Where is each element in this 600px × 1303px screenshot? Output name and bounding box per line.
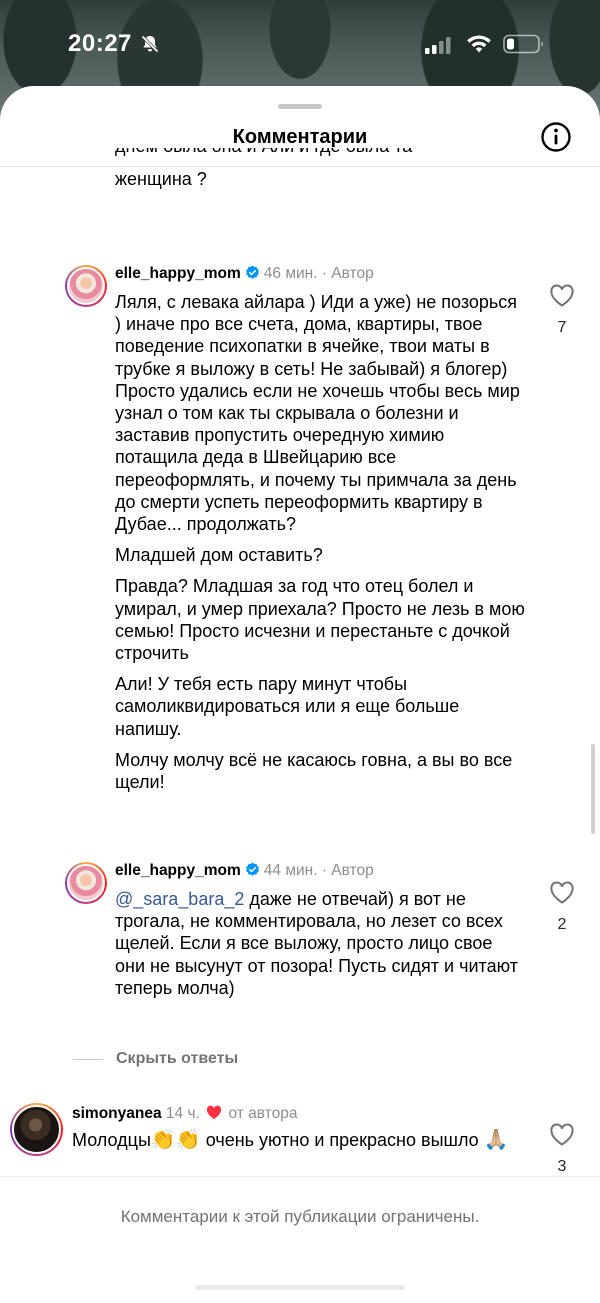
comment-meta: simonyanea 14 ч. от автора — [72, 1105, 297, 1123]
cellular-signal-icon — [425, 37, 451, 54]
comment-paragraph: Правда? Младшая за год что отец болел и … — [115, 576, 525, 664]
heart-icon[interactable] — [549, 1123, 575, 1147]
scrollbar[interactable] — [591, 744, 595, 834]
info-icon[interactable] — [540, 121, 572, 153]
comment-username[interactable]: elle_happy_mom — [115, 862, 241, 879]
hide-replies-line — [73, 1059, 103, 1060]
author-label: Автор — [331, 862, 374, 879]
battery-icon — [503, 34, 544, 54]
avatar-image — [67, 864, 105, 902]
author-liked-heart-icon — [207, 1105, 222, 1119]
footer-divider — [0, 1176, 600, 1177]
like-count: 2 — [557, 916, 567, 933]
verified-badge-icon — [245, 265, 259, 279]
comment-time: 14 ч. — [165, 1105, 200, 1122]
comment-meta: elle_happy_mom 46 мин. · Автор — [115, 265, 374, 282]
author-label: Автор — [331, 265, 374, 282]
heart-icon[interactable] — [549, 881, 575, 905]
avatar-image — [67, 267, 105, 305]
avatar[interactable] — [65, 265, 107, 307]
like-count: 3 — [557, 1158, 567, 1175]
comment-paragraph: Али! У тебя есть пару минут чтобы самоли… — [115, 674, 460, 739]
comment-paragraph: Молчу молчу всё не касаюсь говна, а вы в… — [115, 749, 513, 793]
comment-text: Ляля, с левака айлара ) Иди а уже) не по… — [115, 291, 525, 802]
clap-emoji: 👏👏 — [150, 1129, 201, 1151]
comment-text-end: очень уютно и прекрасно вышло — [200, 1130, 479, 1150]
comments-restricted-notice: Комментарии к этой публикации ограничены… — [120, 1207, 480, 1226]
comment-time: 46 мин. — [263, 265, 318, 282]
mention-link[interactable]: @_sara_bara_2 — [115, 889, 244, 909]
previous-comment-line: женщина ? — [115, 169, 207, 189]
comments-footer: Комментарии к этой публикации ограничены… — [0, 1176, 600, 1303]
page-title: Комментарии — [232, 126, 368, 148]
comment-paragraph: Ляля, с левака айлара ) Иди а уже) не по… — [115, 292, 520, 535]
comment-text-start: Молодцы — [72, 1130, 151, 1150]
pray-emoji: 🙏🏼 — [483, 1129, 509, 1151]
sheet-grabber[interactable] — [278, 104, 322, 109]
comment-text: @_sara_bara_2 даже не отвечай) я вот не … — [115, 888, 525, 1008]
verified-badge-icon — [245, 862, 259, 876]
status-time: 20:27 — [68, 30, 132, 57]
avatar[interactable] — [65, 862, 107, 904]
previous-comment-tail: днём была она и Али и где была та женщин… — [115, 148, 535, 196]
avatar[interactable] — [10, 1103, 63, 1156]
status-bar: 20:27 — [0, 0, 600, 86]
like-count: 7 — [557, 319, 567, 336]
comment-paragraph: Младшей дом оставить? — [115, 545, 323, 566]
comments-sheet: Комментарии днём была она и Али и где бы… — [0, 86, 600, 1303]
comment-username[interactable]: elle_happy_mom — [115, 265, 241, 282]
wifi-icon — [467, 35, 491, 53]
bell-off-icon — [141, 35, 159, 53]
home-indicator[interactable] — [195, 1285, 405, 1290]
avatar-image — [12, 1105, 61, 1154]
comment-text: Молодцы👏👏 очень уютно и прекрасно вышло … — [72, 1129, 532, 1160]
comment-username[interactable]: simonyanea — [72, 1105, 162, 1122]
comment-meta: elle_happy_mom 44 мин. · Автор — [115, 862, 374, 879]
previous-comment-line: днём была она и Али и где была та — [115, 148, 412, 157]
hide-replies-label: Скрыть ответы — [116, 1050, 239, 1067]
from-author-label: от автора — [228, 1105, 298, 1122]
comment-time: 44 мин. — [263, 862, 318, 879]
heart-icon[interactable] — [549, 284, 575, 308]
